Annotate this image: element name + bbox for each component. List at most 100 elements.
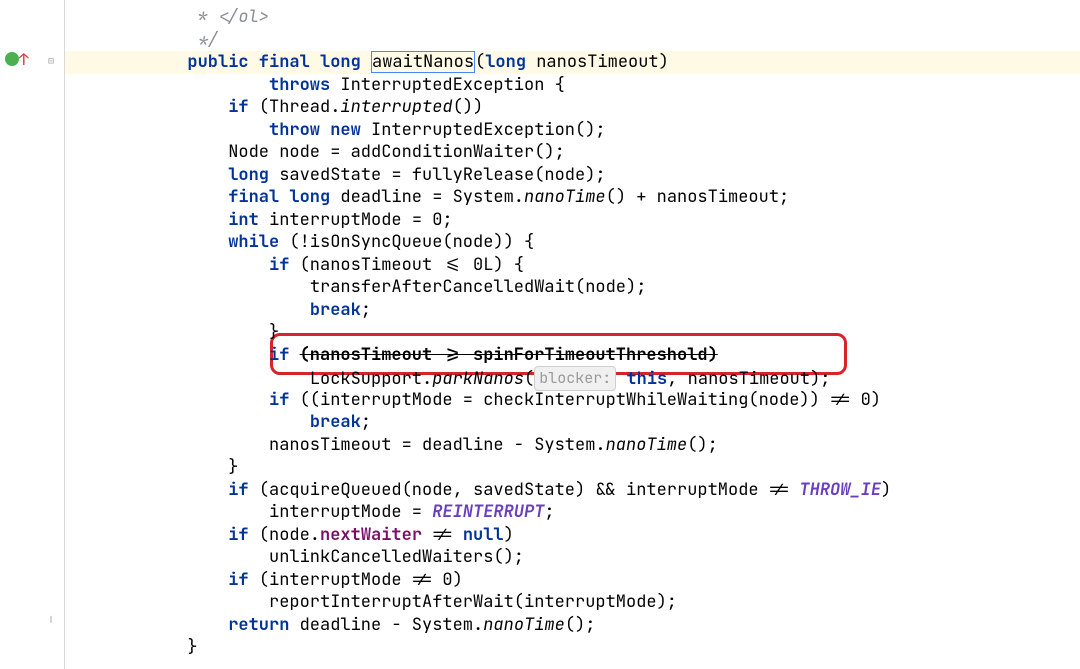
txt: (!isOnSyncQueue(node)) {	[289, 231, 534, 253]
kw: throw new	[269, 119, 371, 141]
txt: reportInterruptAfterWait(interruptMode);	[269, 591, 677, 613]
txt: ;	[361, 299, 371, 321]
txt: ;	[544, 501, 554, 523]
code-line[interactable]: reportInterruptAfterWait(interruptMode);	[65, 591, 1080, 614]
kw: if	[228, 569, 259, 591]
kw: long	[485, 51, 536, 73]
code-line[interactable]: if (nanosTimeout >= spinForTimeoutThresh…	[65, 344, 1080, 367]
kw: final long	[228, 186, 340, 208]
code-line[interactable]: if (node.nextWaiter != null)	[65, 524, 1080, 547]
txt: transferAfterCancelledWait(node);	[310, 276, 647, 298]
txt: InterruptedException {	[340, 74, 564, 96]
fold-minus-icon[interactable]: ⊟	[48, 50, 54, 73]
code-line[interactable]: if (acquireQueued(node, savedState) && i…	[65, 479, 1080, 502]
code-line[interactable]: long savedState = fullyRelease(node);	[65, 164, 1080, 187]
txt: , nanosTimeout);	[667, 368, 830, 390]
kw: break	[310, 411, 361, 433]
txt: (nanosTimeout <= 0L) {	[300, 254, 524, 276]
txt: unlinkCancelledWaiters();	[269, 546, 524, 568]
kw: if	[269, 389, 300, 411]
fold-gutter[interactable]: ⊟ ╵	[24, 0, 65, 669]
txt: )	[504, 524, 514, 546]
txt: (node.	[259, 524, 320, 546]
breakpoint-marker[interactable]	[5, 52, 19, 66]
code-line[interactable]: interruptMode = REINTERRUPT;	[65, 501, 1080, 524]
const: REINTERRUPT	[432, 501, 544, 523]
txt: (interruptMode != 0)	[259, 569, 463, 591]
kw: if	[228, 524, 259, 546]
txt: Node node = addConditionWaiter();	[228, 141, 565, 163]
code-line[interactable]: throw new InterruptedException();	[65, 119, 1080, 142]
method-name: awaitNanos	[372, 51, 474, 73]
code-line-current[interactable]: public final long awaitNanos(long nanosT…	[65, 51, 1080, 74]
txt: deadline - System.	[300, 614, 484, 636]
code-line[interactable]: nanosTimeout = deadline - System.nanoTim…	[65, 434, 1080, 457]
fold-end-icon[interactable]: ╵	[48, 612, 54, 635]
comment-text: * </ol>	[187, 6, 269, 28]
code-editor[interactable]: ↑ ⊟ ╵ * </ol> */ public final long await…	[0, 0, 1080, 669]
field: nextWaiter	[320, 524, 422, 546]
code-line[interactable]: LockSupport.parkNanos(blocker: this, nan…	[65, 366, 1080, 389]
kw: long	[228, 164, 279, 186]
code-line[interactable]: break;	[65, 299, 1080, 322]
txt: interruptMode =	[269, 501, 432, 523]
txt: (	[524, 368, 534, 390]
txt-ital: parkNanos	[432, 368, 524, 390]
code-line[interactable]: * </ol>	[65, 6, 1080, 29]
code-area[interactable]: * </ol> */ public final long awaitNanos(…	[65, 0, 1080, 669]
code-line[interactable]: if (interruptMode != 0)	[65, 569, 1080, 592]
code-line[interactable]: if (nanosTimeout <= 0L) {	[65, 254, 1080, 277]
kw: if	[269, 254, 300, 276]
txt-strike: (nanosTimeout >= spinForTimeoutThreshold…	[300, 344, 718, 366]
txt: LockSupport.	[310, 368, 432, 390]
code-line[interactable]: break;	[65, 411, 1080, 434]
kw: while	[228, 231, 289, 253]
kw: int	[228, 209, 269, 231]
txt: nanosTimeout = deadline - System.	[269, 434, 606, 456]
txt: InterruptedException();	[371, 119, 606, 141]
txt: !=	[422, 524, 463, 546]
txt: ((interruptMode = checkInterruptWhileWai…	[300, 389, 881, 411]
txt-ital: nanoTime	[483, 614, 565, 636]
txt: interruptMode = 0;	[269, 209, 453, 231]
txt-ital: nanoTime	[606, 434, 688, 456]
txt: deadline = System.	[340, 186, 524, 208]
txt: )	[881, 479, 891, 501]
code-line[interactable]: }	[65, 321, 1080, 344]
code-line[interactable]: while (!isOnSyncQueue(node)) {	[65, 231, 1080, 254]
code-line[interactable]: return deadline - System.nanoTime();	[65, 614, 1080, 637]
txt-ital: interrupted	[340, 96, 452, 118]
txt: (Thread.	[259, 96, 341, 118]
code-line[interactable]: }	[65, 636, 1080, 659]
code-line[interactable]: }	[65, 456, 1080, 479]
txt: ();	[565, 614, 596, 636]
txt-ital: nanoTime	[524, 186, 606, 208]
code-line[interactable]: int interruptMode = 0;	[65, 209, 1080, 232]
code-line[interactable]: if ((interruptMode = checkInterruptWhile…	[65, 389, 1080, 412]
txt: }	[187, 636, 197, 658]
code-line[interactable]: if (Thread.interrupted())	[65, 96, 1080, 119]
txt: nanosTimeout)	[536, 51, 669, 73]
code-line[interactable]: transferAfterCancelledWait(node);	[65, 276, 1080, 299]
code-line[interactable]: final long deadline = System.nanoTime() …	[65, 186, 1080, 209]
txt: (acquireQueued(node, savedState) && inte…	[259, 479, 800, 501]
caret-icon: awaitNanos	[371, 51, 475, 73]
kw: public final long	[187, 51, 371, 73]
code-line[interactable]: Node node = addConditionWaiter();	[65, 141, 1080, 164]
const: THROW_IE	[799, 479, 881, 501]
txt: () + nanosTimeout;	[606, 186, 790, 208]
breakpoint-gutter[interactable]: ↑	[0, 0, 24, 669]
code-line[interactable]: unlinkCancelledWaiters();	[65, 546, 1080, 569]
kw: break	[310, 299, 361, 321]
kw: throws	[269, 74, 340, 96]
txt: }	[228, 456, 238, 478]
parameter-hint: blocker:	[534, 366, 616, 391]
code-line[interactable]: throws InterruptedException {	[65, 74, 1080, 97]
txt: (	[475, 51, 485, 73]
kw: if	[228, 479, 259, 501]
comment-text: */	[187, 29, 218, 51]
kw: this	[626, 368, 667, 390]
txt: ())	[453, 96, 484, 118]
kw: return	[228, 614, 299, 636]
code-line[interactable]: */	[65, 29, 1080, 52]
